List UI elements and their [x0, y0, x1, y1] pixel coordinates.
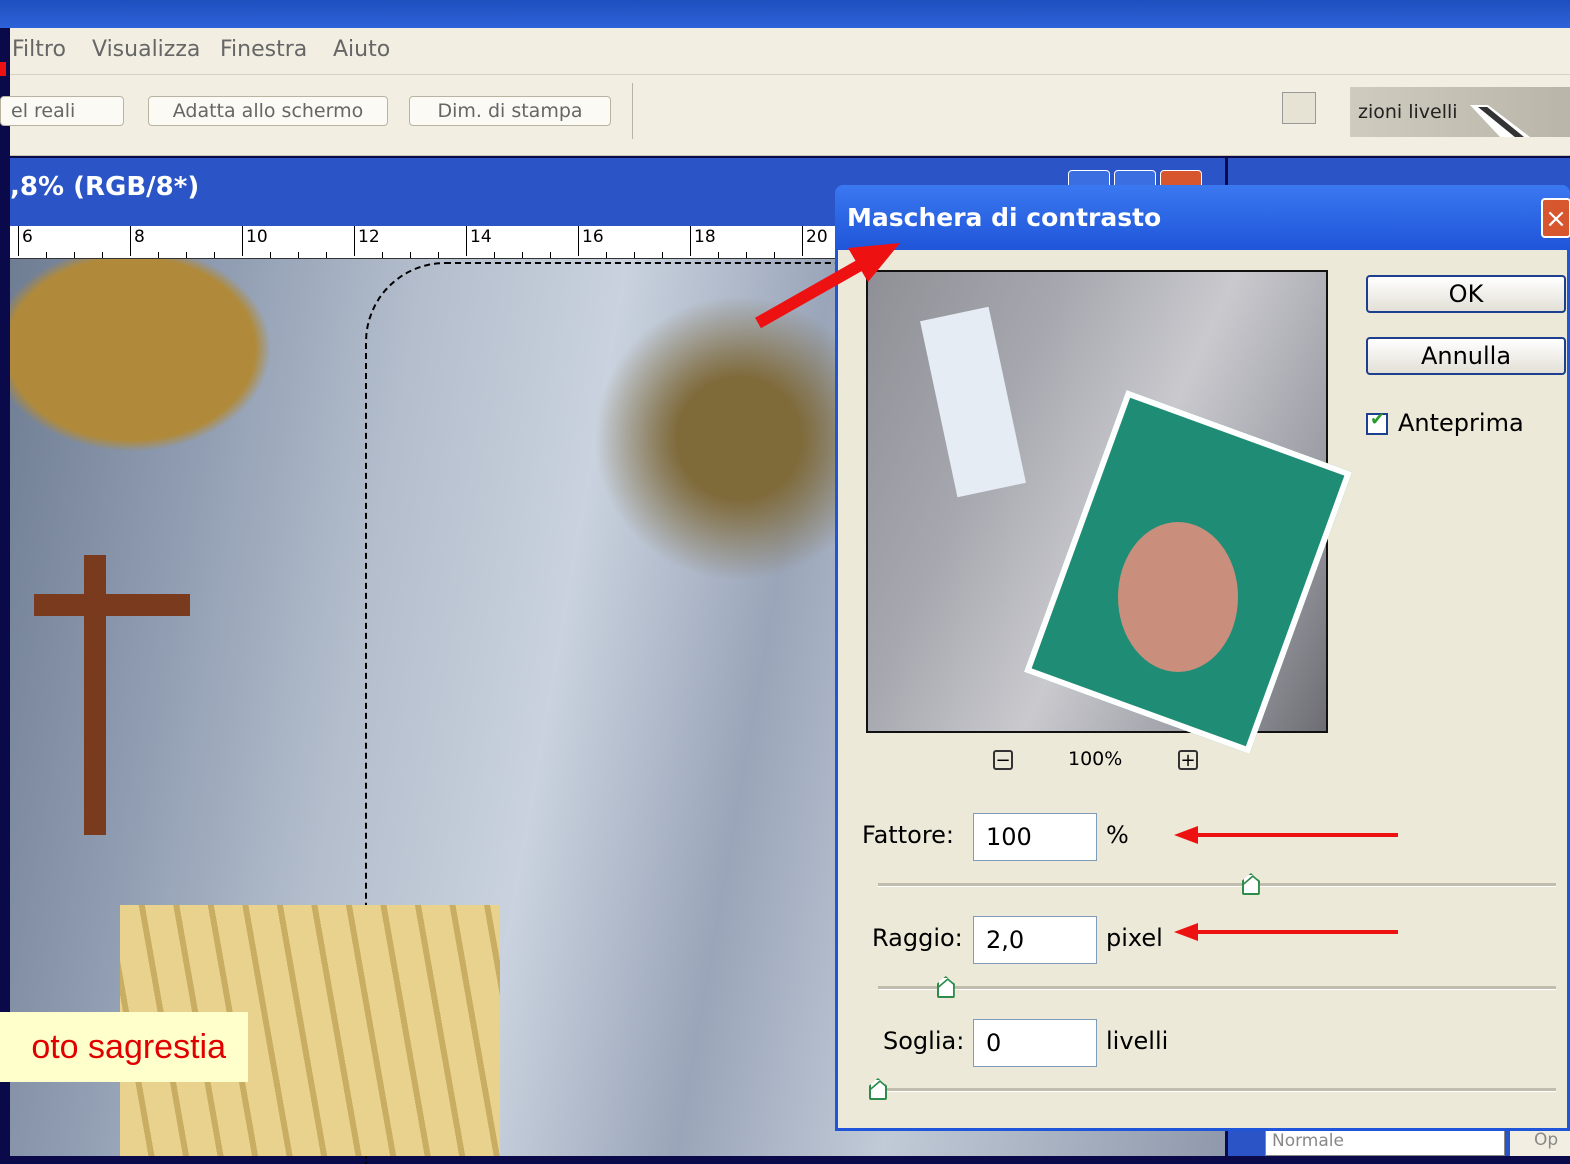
amount-pointer-arrow	[1174, 826, 1398, 844]
annotation-arrows	[755, 243, 1398, 941]
title-pointer-arrow	[755, 243, 900, 329]
radius-pointer-arrow	[1174, 923, 1398, 941]
